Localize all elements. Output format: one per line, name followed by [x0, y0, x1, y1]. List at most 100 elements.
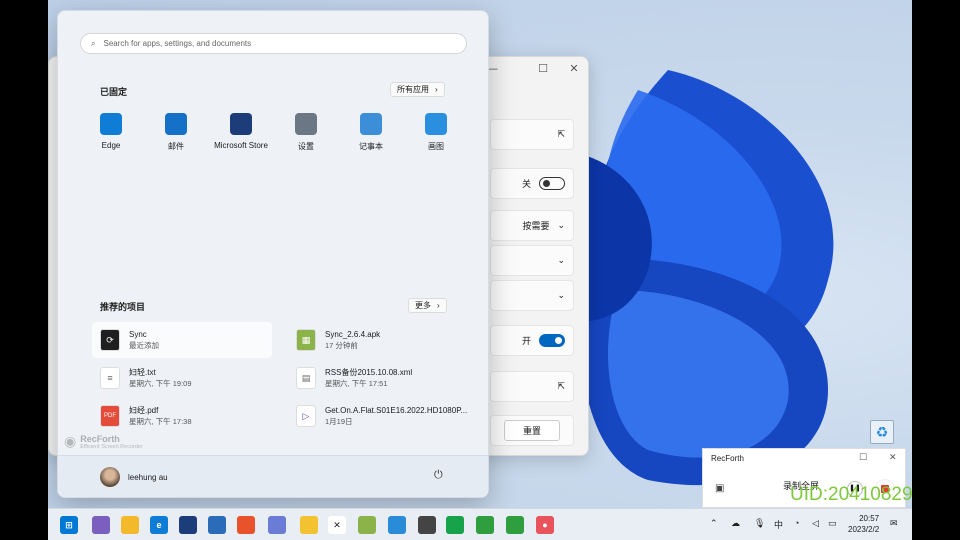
- recorder-screen-icon[interactable]: ▣: [715, 483, 724, 494]
- power-icon[interactable]: ⏻: [434, 469, 443, 482]
- taskbar-app-icon[interactable]: [506, 516, 524, 534]
- recommended-item[interactable]: ≡ 妇轻.txt 星期六, 下午 19:09: [92, 360, 272, 396]
- taskbar-app-icon[interactable]: ✕: [328, 516, 346, 534]
- recommended-item-subtitle: 星期六, 下午 17:51: [325, 379, 388, 388]
- edge-icon: [100, 113, 122, 135]
- pinned-app-label: Microsoft Store: [214, 141, 268, 150]
- more-button[interactable]: 更多 ›: [408, 298, 447, 313]
- uid-overlay: UID:20410829: [790, 484, 912, 505]
- pinned-app-mail[interactable]: 邮件: [144, 113, 208, 152]
- start-menu: ⌕ Search for apps, settings, and documen…: [57, 10, 489, 498]
- clock[interactable]: 20:57 2023/2/2: [848, 513, 879, 535]
- open-external-icon: ⇱: [557, 129, 565, 139]
- microphone-icon[interactable]: 🎙: [754, 518, 765, 529]
- toggle-switch-on[interactable]: [539, 334, 565, 347]
- start-button[interactable]: ⊞: [60, 516, 78, 534]
- recorder-title: RecForth: [711, 454, 744, 463]
- settings-row-link[interactable]: ⇱: [490, 119, 574, 150]
- recommended-item[interactable]: ▷ Get.On.A.Flat.S01E16.2022.HD1080P... 1月1…: [288, 398, 468, 434]
- recommended-item[interactable]: ▤ RSS备份2015.10.08.xml 星期六, 下午 17:51: [288, 360, 468, 396]
- file-explorer-icon[interactable]: [121, 516, 139, 534]
- search-input[interactable]: ⌕ Search for apps, settings, and documen…: [80, 33, 467, 54]
- cloud-icon[interactable]: ☁: [731, 518, 740, 529]
- more-label: 更多: [415, 301, 431, 310]
- speaker-icon[interactable]: ◁: [812, 518, 819, 529]
- taskbar: ⊞ e ✕ ● ⌃ ☁ 🎙 中 ◔ ◁ ▭ 20:57 2023/2/2 ✉: [48, 508, 912, 540]
- taskbar-app-icon[interactable]: [237, 516, 255, 534]
- open-external-icon: ⇱: [557, 381, 565, 391]
- settings-row-expand-1[interactable]: ⌄: [490, 245, 574, 276]
- taskbar-app-icon[interactable]: [388, 516, 406, 534]
- pinned-app-label: Edge: [101, 141, 121, 150]
- notification-icon[interactable]: ✉: [890, 518, 898, 529]
- user-account[interactable]: leehung au: [100, 467, 168, 487]
- pinned-app-notepad[interactable]: 记事本: [339, 113, 403, 152]
- recommended-item-name: Sync: [129, 330, 147, 339]
- watermark-brand: RecForth: [80, 433, 120, 444]
- recycle-bin-icon[interactable]: ♻: [870, 420, 894, 444]
- sync-icon: ⟳: [100, 329, 120, 351]
- avatar: [100, 467, 120, 487]
- settings-row-button: 重置: [490, 415, 574, 446]
- toggle-state-label: 关: [521, 179, 531, 189]
- settings-row-toggle-on: 开: [490, 325, 574, 356]
- clock-time: 20:57: [859, 514, 880, 523]
- pinned-app-gear[interactable]: 设置: [274, 113, 338, 152]
- recommended-item-subtitle: 17 分钟前: [325, 341, 358, 350]
- start-footer: leehung au ⏻: [58, 455, 488, 497]
- recommended-item-name: Sync_2.6.4.apk: [325, 330, 381, 339]
- xml-file-icon: ▤: [296, 367, 316, 389]
- settings-row-toggle-off: 关: [490, 168, 574, 199]
- settings-row-link-2[interactable]: ⇱: [490, 371, 574, 402]
- settings-dropdown[interactable]: 按需要 ⌄: [490, 210, 574, 241]
- toggle-switch-off[interactable]: [539, 177, 565, 190]
- taskbar-app-icon[interactable]: [358, 516, 376, 534]
- ime-indicator[interactable]: 中: [774, 518, 783, 531]
- store-icon[interactable]: [179, 516, 197, 534]
- wifi-icon[interactable]: ◔: [794, 518, 799, 528]
- dropdown-value: 按需要: [522, 221, 550, 231]
- clock-date: 2023/2/2: [848, 525, 880, 534]
- user-name: leehung au: [128, 472, 168, 482]
- text-file-icon: ≡: [100, 367, 120, 389]
- pinned-app-paint[interactable]: 画图: [404, 113, 468, 152]
- recorder-close-button[interactable]: ✕: [889, 452, 897, 463]
- recommended-item-name: 妇轻.txt: [129, 368, 156, 377]
- chevron-up-icon[interactable]: ⌃: [710, 518, 718, 529]
- pdf-icon: PDF: [100, 405, 120, 427]
- desktop: — ☐ ✕ ⇱ 关 按需要 ⌄ ⌄ ⌄ 开 ⇱ 重置 ⌕ Search for …: [48, 0, 912, 540]
- recorder-maximize-button[interactable]: ☐: [859, 452, 867, 463]
- battery-icon[interactable]: ▭: [828, 518, 837, 529]
- taskbar-app-icon[interactable]: [92, 516, 110, 534]
- taskbar-app-icon[interactable]: [476, 516, 494, 534]
- recommended-item-name: 妇经.pdf: [129, 406, 159, 415]
- taskbar-app-icon[interactable]: [300, 516, 318, 534]
- recommended-item-subtitle: 星期六, 下午 19:09: [129, 379, 192, 388]
- pinned-app-label: 记事本: [359, 142, 383, 151]
- recforth-watermark: ◉ RecForth Efficient Screen Recorder: [64, 433, 143, 450]
- recorder-taskbar-icon[interactable]: ●: [536, 516, 554, 534]
- pinned-app-edge[interactable]: Edge: [79, 113, 143, 150]
- notepad-icon: [360, 113, 382, 135]
- pinned-app-store[interactable]: Microsoft Store: [209, 113, 273, 150]
- recommended-item-name: Get.On.A.Flat.S01E16.2022.HD1080P...: [325, 406, 468, 415]
- settings-row-expand-2[interactable]: ⌄: [490, 280, 574, 311]
- taskbar-app-icon[interactable]: [208, 516, 226, 534]
- gear-icon: [295, 113, 317, 135]
- apk-icon: ▦: [296, 329, 316, 351]
- close-button[interactable]: ✕: [559, 61, 589, 77]
- recommended-item[interactable]: ▦ Sync_2.6.4.apk 17 分钟前: [288, 322, 468, 358]
- taskbar-app-icon[interactable]: [446, 516, 464, 534]
- camera-icon: ◉: [64, 433, 77, 449]
- recommended-item[interactable]: PDF 妇经.pdf 星期六, 下午 17:38: [92, 398, 272, 434]
- reset-button[interactable]: 重置: [503, 420, 560, 441]
- mail-icon: [165, 113, 187, 135]
- chevron-right-icon: ›: [435, 85, 438, 94]
- chevron-right-icon: ›: [437, 301, 440, 310]
- recommended-item[interactable]: ⟳ Sync 最近添加: [92, 322, 272, 358]
- maximize-button[interactable]: ☐: [528, 61, 558, 77]
- taskbar-app-icon[interactable]: [418, 516, 436, 534]
- all-apps-button[interactable]: 所有应用 ›: [390, 82, 445, 97]
- edge-icon[interactable]: e: [150, 516, 168, 534]
- taskbar-app-icon[interactable]: [268, 516, 286, 534]
